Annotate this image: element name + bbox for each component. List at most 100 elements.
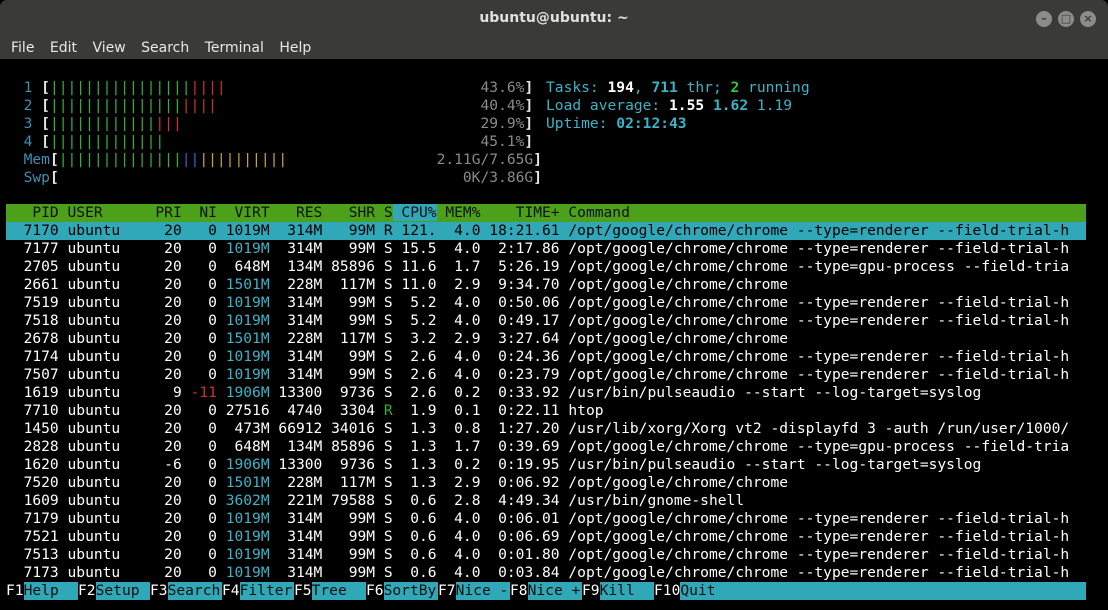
table-row[interactable]: 7521 ubuntu 20 0 1019M 314M 99M S 0.6 4.…	[6, 528, 1070, 546]
column-s[interactable]: S	[375, 204, 393, 221]
tasks-count: 194	[607, 79, 634, 96]
fkey-label-f2[interactable]: Setup	[95, 582, 150, 600]
cell-ni: 0	[181, 366, 217, 383]
meter-bracket: ]	[533, 169, 542, 186]
table-row[interactable]: 7179 ubuntu 20 0 1019M 314M 99M S 0.6 4.…	[6, 510, 1070, 528]
cell-res: 314M	[269, 528, 323, 545]
column-user[interactable]: USER	[59, 204, 147, 221]
table-row[interactable]: 1620 ubuntu -6 0 1906M 13300 9736 S 1.3 …	[6, 456, 1069, 474]
fkey-label-f4[interactable]: Filter	[239, 582, 294, 600]
cell-cpu: 1.3	[392, 456, 437, 473]
fkey-f1[interactable]: F1	[6, 582, 24, 600]
tasks-line: Tasks: 194, 711 thr; 2 running	[546, 79, 810, 96]
column-virt[interactable]: VIRT	[217, 204, 269, 221]
minimize-icon[interactable]: –	[1036, 11, 1052, 27]
cell-s: S	[375, 276, 393, 293]
close-icon[interactable]: ×	[1080, 11, 1096, 27]
table-row[interactable]: 2678 ubuntu 20 0 1501M 228M 117M S 3.2 2…	[6, 330, 1069, 348]
cell-s: S	[375, 528, 393, 545]
column-cmd[interactable]: Command	[560, 204, 1070, 221]
column-ni[interactable]: NI	[182, 204, 217, 221]
fkey-label-f6[interactable]: SortBy	[383, 582, 438, 600]
fkey-f3[interactable]: F3	[150, 582, 168, 600]
fkey-f10[interactable]: F10	[654, 582, 681, 600]
cpu-label: 1	[6, 79, 42, 96]
table-row[interactable]: 1619 ubuntu 9 -11 1906M 13300 9736 S 2.6…	[6, 384, 1069, 402]
table-row[interactable]: 7710 ubuntu 20 0 27516 4740 3304 R 1.9 0…	[6, 402, 1069, 420]
fkey-f4[interactable]: F4	[222, 582, 240, 600]
fkey-label-f1[interactable]: Help	[23, 582, 78, 600]
cell-pri: 20	[146, 510, 182, 527]
column-pri[interactable]: PRI	[147, 204, 181, 221]
cell-s: S	[375, 348, 393, 365]
fkey-label-f10[interactable]: Quit	[680, 582, 1086, 600]
table-row[interactable]: 7520 ubuntu 20 0 1501M 228M 117M S 1.3 2…	[6, 474, 1069, 492]
cell-user: ubuntu	[58, 240, 147, 257]
cell-pri: 20	[146, 420, 182, 437]
meter-bracket: [	[41, 79, 50, 96]
cell-ni: 0	[181, 276, 217, 293]
cell-pri: 20	[146, 546, 182, 563]
table-row[interactable]: 2705 ubuntu 20 0 648M 134M 85896 S 11.6 …	[6, 258, 1070, 276]
cell-time: 1:27.20	[480, 420, 560, 437]
table-row[interactable]: 7170 ubuntu 20 0 1019M 314M 99M R 121. 4…	[6, 222, 1070, 240]
cell-cmd: /opt/google/chrome/chrome --type=rendere…	[559, 240, 1070, 257]
fkey-f7[interactable]: F7	[438, 582, 456, 600]
fkey-label-f5[interactable]: Tree	[311, 582, 366, 600]
table-row[interactable]: 7507 ubuntu 20 0 1019M 314M 99M S 2.6 4.…	[6, 366, 1070, 384]
fkey-label-f7[interactable]: Nice -	[455, 582, 510, 600]
cell-pri: 20	[146, 294, 182, 311]
menu-view[interactable]: View	[92, 37, 125, 59]
table-row[interactable]: 7174 ubuntu 20 0 1019M 314M 99M S 2.6 4.…	[6, 348, 1070, 366]
column-mem[interactable]: MEM%	[437, 204, 480, 221]
cell-virt: 1019M	[216, 348, 270, 365]
maximize-icon[interactable]: □	[1058, 11, 1074, 27]
column-time[interactable]: TIME+	[481, 204, 560, 221]
column-header[interactable]: PID USER PRI NI VIRT RES SHR S CPU% MEM%…	[6, 204, 1086, 222]
table-row[interactable]: 2828 ubuntu 20 0 648M 134M 85896 S 1.3 1…	[6, 438, 1070, 456]
column-res[interactable]: RES	[270, 204, 322, 221]
cell-time: 0:03.84	[480, 564, 560, 581]
cell-res: 134M	[269, 258, 323, 275]
fkey-f8[interactable]: F8	[510, 582, 528, 600]
cell-time: 0:22.11	[480, 402, 560, 419]
column-cpu[interactable]: CPU%	[392, 204, 437, 221]
table-row[interactable]: 7519 ubuntu 20 0 1019M 314M 99M S 5.2 4.…	[6, 294, 1070, 312]
cell-virt: 1019M	[216, 240, 270, 257]
table-row[interactable]: 2661 ubuntu 20 0 1501M 228M 117M S 11.0 …	[6, 276, 1069, 294]
cell-mem: 2.8	[436, 492, 481, 509]
cell-res: 314M	[269, 294, 323, 311]
menu-terminal[interactable]: Terminal	[205, 37, 264, 59]
cell-virt: 1906M	[216, 384, 270, 401]
table-row[interactable]: 1609 ubuntu 20 0 3602M 221M 79588 S 0.6 …	[6, 492, 1069, 510]
meter-bracket: [	[49, 169, 59, 186]
cell-time: 18:21.61	[480, 222, 560, 239]
fkey-f9[interactable]: F9	[582, 582, 600, 600]
column-pid[interactable]: PID	[6, 204, 58, 221]
cell-mem: 4.0	[436, 348, 481, 365]
title-bar[interactable]: ubuntu@ubuntu: ~ – □ ×	[0, 0, 1108, 37]
fkey-label-f8[interactable]: Nice +	[527, 582, 582, 600]
fkey-f2[interactable]: F2	[78, 582, 96, 600]
table-row[interactable]: 7177 ubuntu 20 0 1019M 314M 99M S 15.5 4…	[6, 240, 1070, 258]
table-row[interactable]: 7518 ubuntu 20 0 1019M 314M 99M S 5.2 4.…	[6, 312, 1070, 330]
menu-edit[interactable]: Edit	[50, 37, 77, 59]
fkey-label-f3[interactable]: Search	[167, 582, 222, 600]
cpu-label: 2	[6, 97, 42, 114]
menu-file[interactable]: File	[11, 37, 34, 59]
cell-cpu: 2.6	[392, 384, 437, 401]
mem-bar-used: ||||||||||||||	[58, 151, 182, 168]
cell-cpu: 1.9	[392, 402, 437, 419]
column-shr[interactable]: SHR	[322, 204, 375, 221]
table-row[interactable]: 1450 ubuntu 20 0 473M 66912 34016 S 1.3 …	[6, 420, 1070, 438]
terminal-area[interactable]: 1 [|||||||||||||||||||| 43.6%] 2 [||||||…	[6, 59, 1096, 604]
menu-help[interactable]: Help	[279, 37, 311, 59]
table-row[interactable]: 7513 ubuntu 20 0 1019M 314M 99M S 0.6 4.…	[6, 546, 1070, 564]
fkey-f6[interactable]: F6	[366, 582, 384, 600]
menu-search[interactable]: Search	[141, 37, 189, 59]
cell-cpu: 0.6	[392, 492, 437, 509]
table-row[interactable]: 7173 ubuntu 20 0 1019M 314M 99M S 0.6 4.…	[6, 564, 1070, 582]
fkey-f5[interactable]: F5	[294, 582, 312, 600]
cell-user: ubuntu	[58, 330, 147, 347]
fkey-label-f9[interactable]: Kill	[599, 582, 654, 600]
